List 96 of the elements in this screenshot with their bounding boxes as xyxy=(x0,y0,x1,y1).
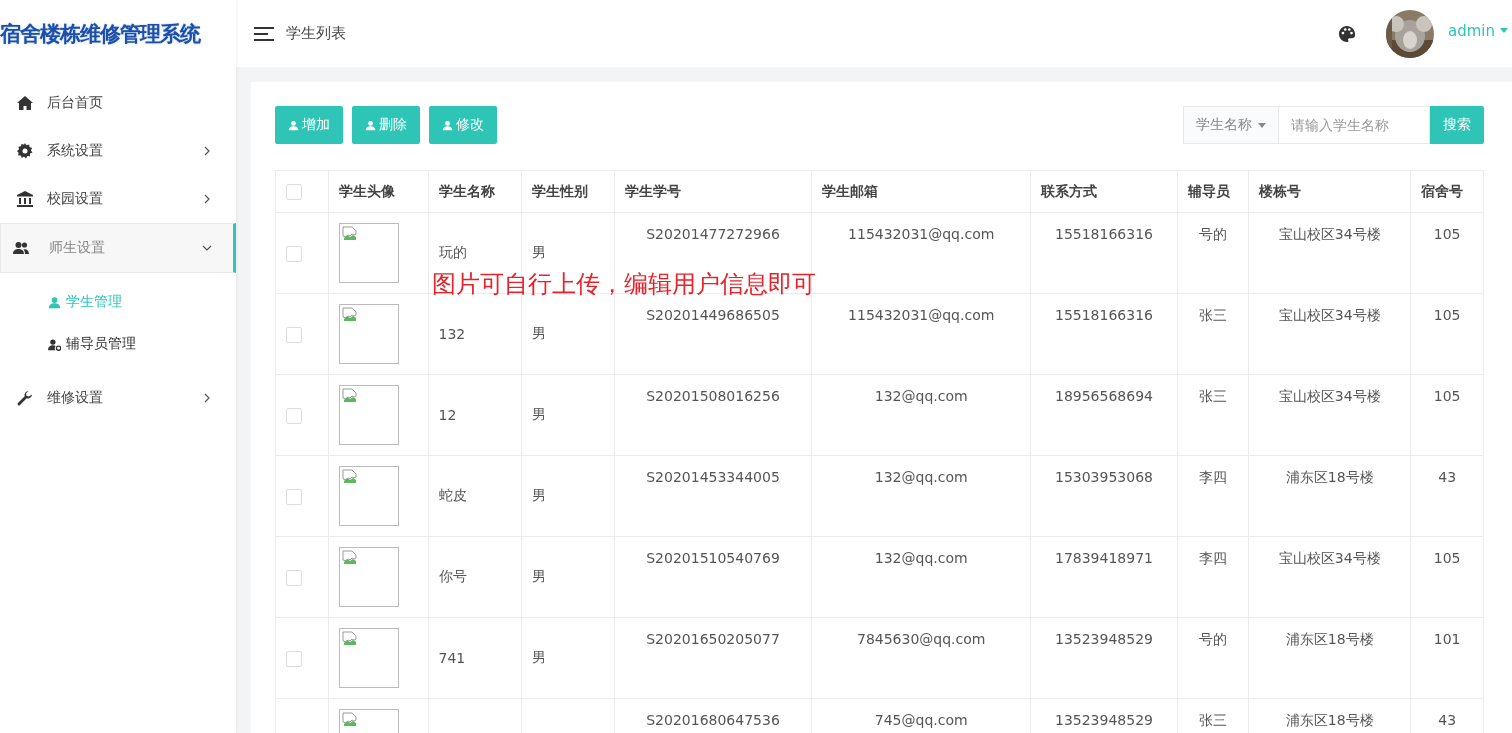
table-cell: 101 xyxy=(1433,631,1461,647)
table-cell: S20201477272966 xyxy=(646,226,780,242)
checkbox[interactable] xyxy=(286,650,302,667)
sidebar-subitem[interactable]: 辅导员管理 xyxy=(0,323,236,365)
users-icon xyxy=(13,240,29,256)
gear-icon xyxy=(17,143,33,159)
user-icon xyxy=(48,295,61,309)
table-cell: 13523948529 xyxy=(1055,631,1153,647)
table-cell: 15518166316 xyxy=(1055,226,1153,242)
sidebar-item[interactable]: 师生设置 xyxy=(0,223,236,273)
table-cell: 18956568694 xyxy=(1055,388,1153,404)
user-icon xyxy=(288,119,299,131)
table-cell: 115432031@qq.com xyxy=(848,307,995,323)
table-cell: 李四 xyxy=(1198,550,1227,566)
palette-icon[interactable] xyxy=(1338,24,1356,43)
app-title: 宿舍楼栋维修管理系统 xyxy=(0,20,202,48)
table-cell: 13523948529 xyxy=(1055,712,1153,728)
table-cell: S20201453344005 xyxy=(646,469,780,485)
broken-image xyxy=(339,466,400,526)
table-cell: 132@qq.com xyxy=(874,469,968,485)
table-cell: 43 xyxy=(1438,469,1457,485)
table-cell: 宝山校区34号楼 xyxy=(1278,550,1381,566)
page-title: 学生列表 xyxy=(286,24,346,43)
sidebar-item[interactable]: 校园设置 xyxy=(0,175,236,223)
table-cell: 张三 xyxy=(1198,388,1227,404)
search-field[interactable]: 请输入学生名称 xyxy=(1278,106,1430,144)
home-icon xyxy=(17,95,33,111)
user-gear-icon xyxy=(48,337,61,351)
table-cell: 男 xyxy=(531,568,546,584)
column-header[interactable]: 联系方式 xyxy=(1041,182,1098,199)
table-cell: 105 xyxy=(1433,307,1461,323)
table-cell: 张三 xyxy=(1198,307,1227,323)
table-cell: 12 xyxy=(438,407,457,423)
table-cell: 宝山校区34号楼 xyxy=(1278,226,1381,242)
table-cell: 15303953068 xyxy=(1055,469,1153,485)
table-cell: 105 xyxy=(1433,388,1461,404)
table-cell: 浦东区18号楼 xyxy=(1285,469,1374,485)
caret-icon xyxy=(1258,122,1266,128)
broken-image xyxy=(339,223,400,283)
wrench-icon xyxy=(17,390,33,406)
table-cell: 浦东区18号楼 xyxy=(1285,712,1374,728)
table-cell: 105 xyxy=(1433,550,1461,566)
user-icon xyxy=(442,119,453,131)
checkbox[interactable] xyxy=(286,184,302,200)
table-cell: 115432031@qq.com xyxy=(848,226,995,242)
table-cell: 宝山校区34号楼 xyxy=(1278,307,1381,323)
user-icon xyxy=(365,119,376,131)
table-cell: 张三 xyxy=(1198,712,1227,728)
table-cell: 李四 xyxy=(1198,469,1227,485)
table-cell: 105 xyxy=(1433,226,1461,242)
table-cell: 男 xyxy=(531,487,546,503)
checkbox[interactable] xyxy=(286,407,302,424)
table-cell: 浦东区18号楼 xyxy=(1285,631,1374,647)
table-cell: 号的 xyxy=(1198,226,1227,242)
table-cell: 7845630@qq.com xyxy=(856,631,986,647)
checkbox[interactable] xyxy=(286,326,302,343)
table-cell: 17839418971 xyxy=(1055,550,1153,566)
table-cell: 745@qq.com xyxy=(874,712,968,728)
table-cell: 741 xyxy=(438,650,466,666)
table-cell: 132@qq.com xyxy=(874,550,968,566)
table-cell: S20201680647536 xyxy=(646,712,780,728)
sidebar-item[interactable]: 系统设置 xyxy=(0,127,236,175)
annotation-text: 图片可自行上传，编辑用户信息即可 xyxy=(432,269,816,300)
sidebar-item[interactable]: 后台首页 xyxy=(0,79,236,127)
table-cell: 男 xyxy=(531,244,546,260)
bank-icon xyxy=(17,191,33,207)
checkbox[interactable] xyxy=(286,569,302,586)
table-cell: 男 xyxy=(531,406,546,422)
menu-icon[interactable] xyxy=(254,26,274,41)
table-cell: S20201449686505 xyxy=(646,307,780,323)
broken-image xyxy=(339,304,400,364)
table-cell: 宝山校区34号楼 xyxy=(1278,388,1381,404)
column-header[interactable]: 学生学号 xyxy=(624,182,681,199)
table-cell: S20201650205077 xyxy=(646,631,780,647)
broken-image xyxy=(339,547,400,607)
sidebar-item[interactable]: 维修设置 xyxy=(0,374,236,422)
search-field-select[interactable]: 学生名称 xyxy=(1183,106,1278,144)
table-cell: 号的 xyxy=(1198,631,1227,647)
table-cell: 43 xyxy=(1438,712,1457,728)
table-cell: 15518166316 xyxy=(1055,307,1153,323)
table-cell: S20201510540769 xyxy=(646,550,780,566)
table-cell: 132@qq.com xyxy=(874,388,968,404)
table-cell: 玩的 xyxy=(438,244,467,260)
checkbox[interactable] xyxy=(286,245,302,262)
column-header[interactable]: 楼栋号 xyxy=(1259,182,1302,199)
broken-image xyxy=(339,385,400,445)
table-cell: 男 xyxy=(531,649,546,665)
table-cell: S20201508016256 xyxy=(646,388,780,404)
broken-image xyxy=(339,628,400,688)
table-cell: 132 xyxy=(438,326,466,342)
column-header[interactable]: 学生邮箱 xyxy=(822,182,879,199)
checkbox[interactable] xyxy=(286,488,302,505)
caret-icon xyxy=(1500,28,1508,33)
table-cell: 男 xyxy=(531,325,546,341)
table-cell: 你号 xyxy=(438,568,467,584)
table-cell: 蛇皮 xyxy=(438,487,467,503)
